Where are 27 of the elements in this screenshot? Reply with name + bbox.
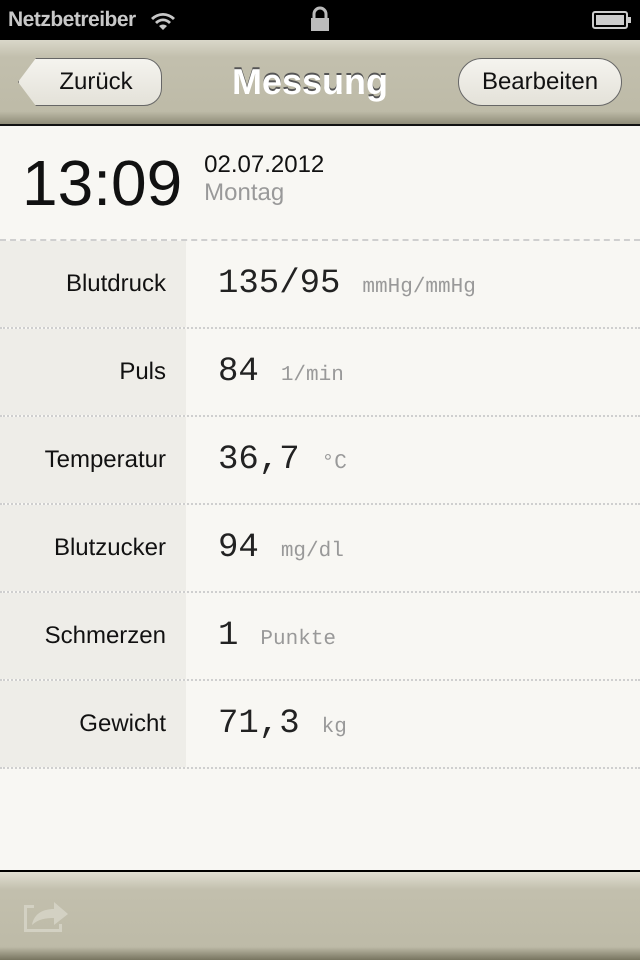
screen-title: Messung <box>232 61 388 103</box>
weekday-label: Montag <box>204 178 286 206</box>
measurement-time: 13:09 <box>22 146 182 220</box>
measurement-label: Temperatur <box>0 417 186 503</box>
back-button[interactable]: Zurück <box>18 58 162 106</box>
measurement-label: Schmerzen <box>0 593 186 679</box>
battery-icon <box>592 10 632 30</box>
measurement-unit: 1/min <box>280 364 344 387</box>
measurement-value: 84 <box>218 353 259 391</box>
measurement-unit: °C <box>322 452 347 475</box>
measurement-value: 71,3 <box>218 705 300 743</box>
measurement-label: Blutzucker <box>0 505 186 591</box>
measurement-unit: mg/dl <box>280 540 344 563</box>
measurement-label: Gewicht <box>0 681 186 767</box>
edit-button[interactable]: Bearbeiten <box>458 58 622 106</box>
measurement-unit: Punkte <box>260 628 336 651</box>
measurement-value: 36,7 <box>218 441 300 479</box>
measurement-unit: mmHg/mmHg <box>362 276 476 299</box>
measurement-label: Puls <box>0 329 186 415</box>
measurement-value: 135/95 <box>218 265 340 303</box>
measurement-value: 94 <box>218 529 259 567</box>
lock-icon <box>309 6 331 32</box>
measurement-label: Blutdruck <box>0 241 186 327</box>
measurement-value: 1 <box>218 617 238 655</box>
carrier-name: Netzbetreiber <box>8 8 136 32</box>
measurement-unit: kg <box>322 716 347 739</box>
measurement-date: 02.07.2012 <box>204 150 324 178</box>
